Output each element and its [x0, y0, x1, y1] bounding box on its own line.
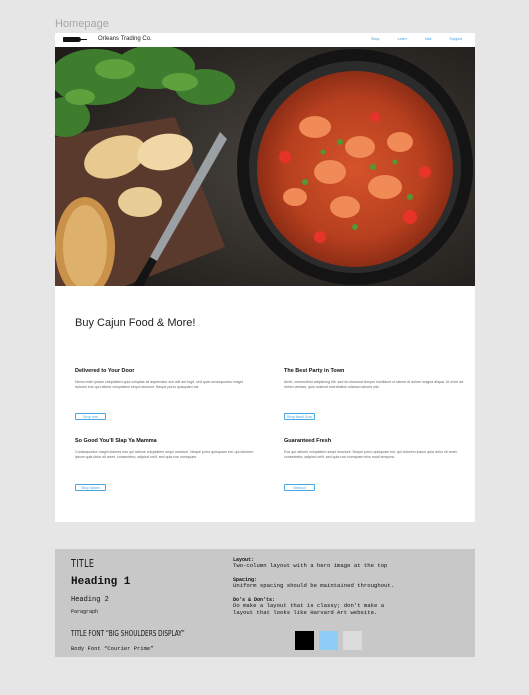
dos-donts-rule: Do's & Don'ts: Do make a layout that is … [233, 597, 384, 616]
style-title-sample: TITLE [71, 557, 95, 570]
color-swatch-black [295, 631, 314, 650]
style-heading1-sample: Heading 1 [71, 576, 131, 588]
nav-link-shop[interactable]: Shop [371, 37, 379, 41]
brand-name[interactable]: Orleans Trading Co. [98, 36, 152, 42]
card-title: So Good You'll Slap Ya Mamma [75, 438, 157, 444]
spacing-rule: Spacing: Uniform spacing should be maint… [233, 577, 394, 590]
shop-mardi-gras-button[interactable]: Shop Mardi Gras [284, 413, 315, 420]
shop-now-button[interactable]: Shop now [75, 413, 106, 420]
body-font-name: Body Font “Courier Prime” [71, 645, 154, 652]
title-font-name: TITLE FONT “BIG SHOULDERS DISPLAY” [71, 629, 185, 638]
card-text: Nemo enim ipsam voluptatem quia voluptas… [75, 380, 244, 389]
style-guide-panel: TITLE Heading 1 Heading 2 Paragraph TITL… [55, 549, 475, 657]
nav-link-learn[interactable]: Learn [397, 37, 406, 41]
hero-image [55, 47, 475, 286]
nav-link-visit[interactable]: Visit [425, 37, 432, 41]
feature-card: Delivered to Your Door Nemo enim ipsam v… [75, 368, 255, 420]
feature-card: So Good You'll Slap Ya Mamma Consequuntu… [75, 438, 255, 491]
card-title: Guaranteed Fresh [284, 438, 332, 444]
homepage-frame: Orleans Trading Co. Shop Learn Visit Sup… [55, 33, 475, 522]
layout-rule: Layout: Two-column layout with a hero im… [233, 557, 387, 570]
color-swatch-gray [343, 631, 362, 650]
rule-value: Two-column layout with a hero image at t… [233, 562, 388, 569]
logo-icon[interactable] [63, 37, 87, 42]
card-title: The Best Party in Town [284, 368, 345, 374]
color-swatch-blue [319, 631, 338, 650]
card-title: Delivered to Your Door [75, 368, 135, 374]
seafood-button[interactable]: Seafood [284, 484, 315, 491]
nav-link-support[interactable]: Support [449, 37, 462, 41]
card-text: Eos qui ratione voluptatem sequi nesciun… [284, 450, 458, 459]
style-paragraph-sample: Paragraph [71, 609, 99, 615]
card-text: Amet, consectetur adipiscing elit, sed d… [284, 380, 464, 389]
hero-food-illustration [55, 47, 475, 286]
frame-label: Homepage [55, 18, 109, 30]
feature-card: The Best Party in Town Amet, consectetur… [284, 368, 464, 420]
feature-card: Guaranteed Fresh Eos qui ratione volupta… [284, 438, 464, 491]
style-heading2-sample: Heading 2 [71, 596, 109, 604]
page-headline: Buy Cajun Food & More! [75, 317, 196, 329]
rule-value: Uniform spacing should be maintained thr… [233, 582, 395, 589]
shop-spices-button[interactable]: Shop Spices [75, 484, 106, 491]
rule-value: Do make a layout that is classy; don't m… [233, 602, 385, 616]
card-text: Consequuntur magni dolores eos qui ratio… [75, 450, 254, 459]
nav-links: Shop Learn Visit Support [353, 37, 462, 41]
top-nav: Orleans Trading Co. Shop Learn Visit Sup… [55, 33, 475, 47]
